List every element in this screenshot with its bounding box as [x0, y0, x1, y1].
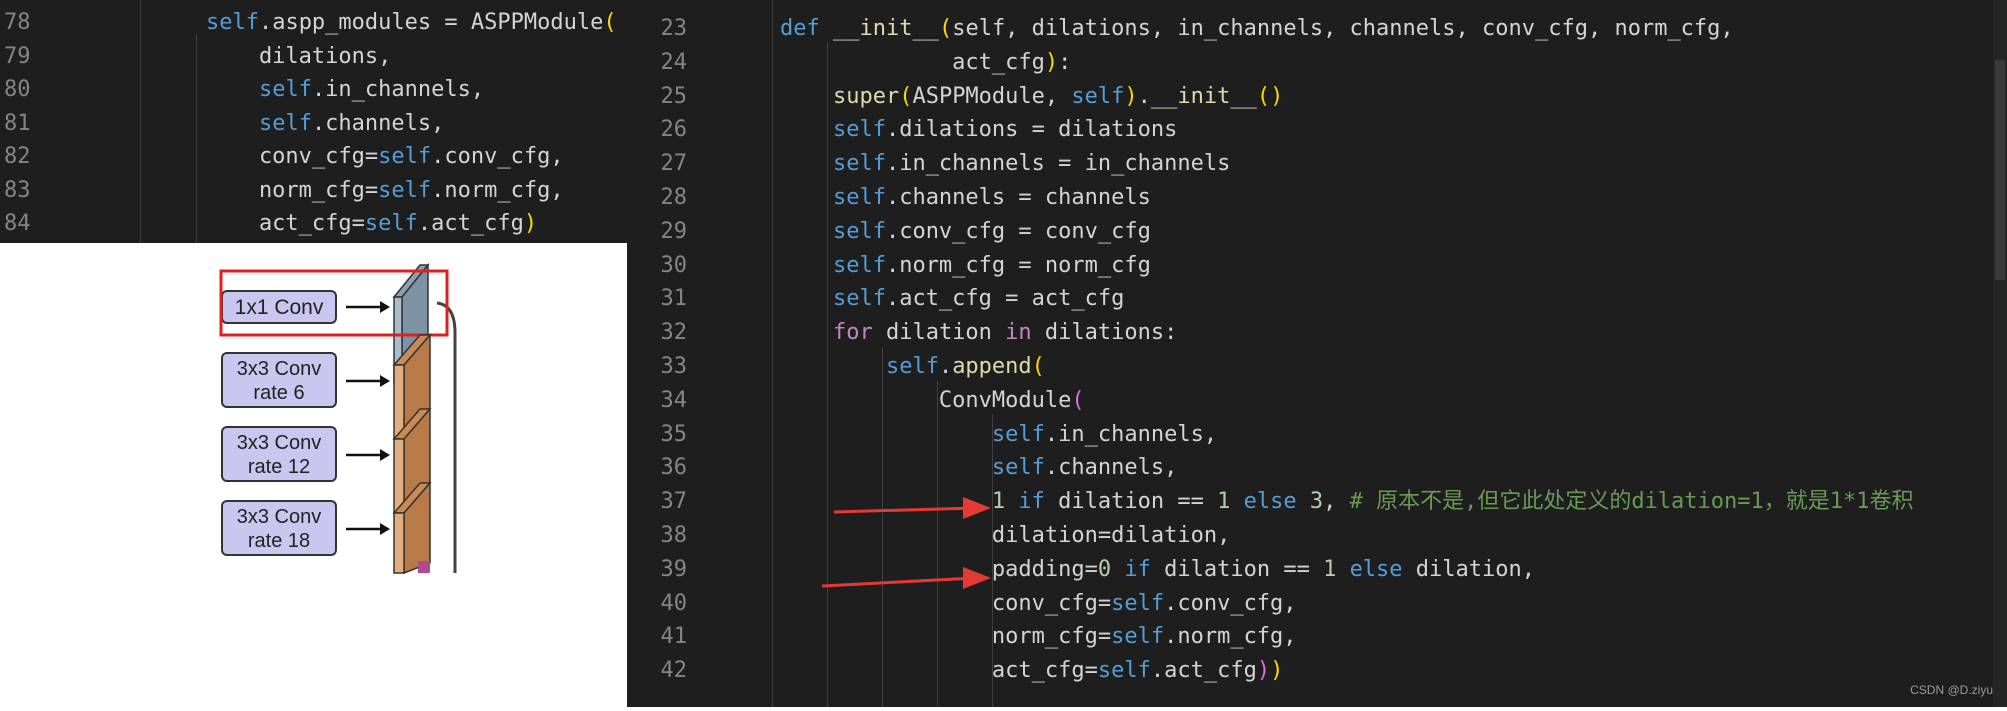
code-line[interactable]: 78 self.aspp_modules = ASPPModule( [0, 6, 627, 40]
line-number: 82 [4, 144, 31, 169]
conv-box-label: 3x3 Conv [237, 506, 322, 528]
line-number: 81 [4, 110, 31, 136]
indent-guide [140, 0, 141, 243]
arrow-head [380, 523, 390, 535]
feature-block-rate6 [393, 364, 405, 440]
conv-box-rate-label: rate 6 [253, 382, 304, 404]
code-text: norm_cfg=self.norm_cfg, [100, 177, 564, 203]
concat-bracket [436, 301, 457, 573]
indent-guide [196, 34, 197, 243]
code-text: act_cfg=self.act_cfg) [100, 211, 538, 236]
feature-block-partial [418, 561, 430, 573]
annotation-layer [821, 497, 991, 589]
line-number: 79 [4, 43, 31, 69]
arrow-head [380, 449, 390, 461]
conv-box-rate-label: rate 18 [248, 530, 310, 552]
watermark: CSDN @D.ziyu [1910, 683, 1993, 697]
aspp-diagram-svg: 1x1 Conv 3x3 Conv rate 6 3x3 Conv rate 1… [219, 262, 457, 575]
code-text: conv_cfg=self.conv_cfg, [100, 144, 564, 169]
line-number: 83 [4, 177, 31, 203]
arrow-head [380, 375, 390, 387]
code-line[interactable]: 83 norm_cfg=self.norm_cfg, [0, 174, 627, 208]
conv-box-rate-label: rate 12 [248, 456, 310, 478]
line-number: 80 [4, 77, 31, 102]
feature-block-rate12 [393, 438, 405, 514]
code-text: self.in_channels, [258, 77, 485, 102]
code-line[interactable]: 84 act_cfg=self.act_cfg) [0, 207, 627, 241]
annotation-arrow-line [833, 506, 976, 514]
right-code-editor[interactable]: 23 def __init__(self, dilations, in_chan… [627, 0, 2007, 707]
code-line[interactable]: 80 self.in_channels, [0, 73, 627, 107]
line-number: 84 [4, 211, 31, 236]
code-line[interactable]: 79 dilations, [0, 40, 627, 74]
annotation-arrow-head [963, 567, 991, 589]
aspp-diagram: 1x1 Conv 3x3 Conv rate 6 3x3 Conv rate 1… [0, 243, 627, 707]
line-number: 78 [4, 10, 31, 35]
conv-box-label: 3x3 Conv [237, 432, 322, 454]
code-text: self.aspp_modules = ASPPModule( [205, 10, 617, 35]
code-line[interactable]: 81 self.channels, [0, 107, 627, 141]
conv-box-label: 3x3 Conv [237, 358, 322, 380]
code-text: dilations, [100, 43, 392, 69]
annotation-arrow-head [963, 497, 991, 519]
conv-box-label: 1x1 Conv [235, 296, 324, 319]
feature-block-rate18 [393, 512, 405, 574]
code-text: self.channels, [258, 110, 445, 136]
code-line[interactable]: 82 conv_cfg=self.conv_cfg, [0, 140, 627, 174]
arrow-head [380, 301, 390, 313]
annotation-arrow-line [821, 576, 976, 588]
left-code-editor[interactable]: 78 self.aspp_modules = ASPPModule(79 dil… [0, 0, 627, 243]
